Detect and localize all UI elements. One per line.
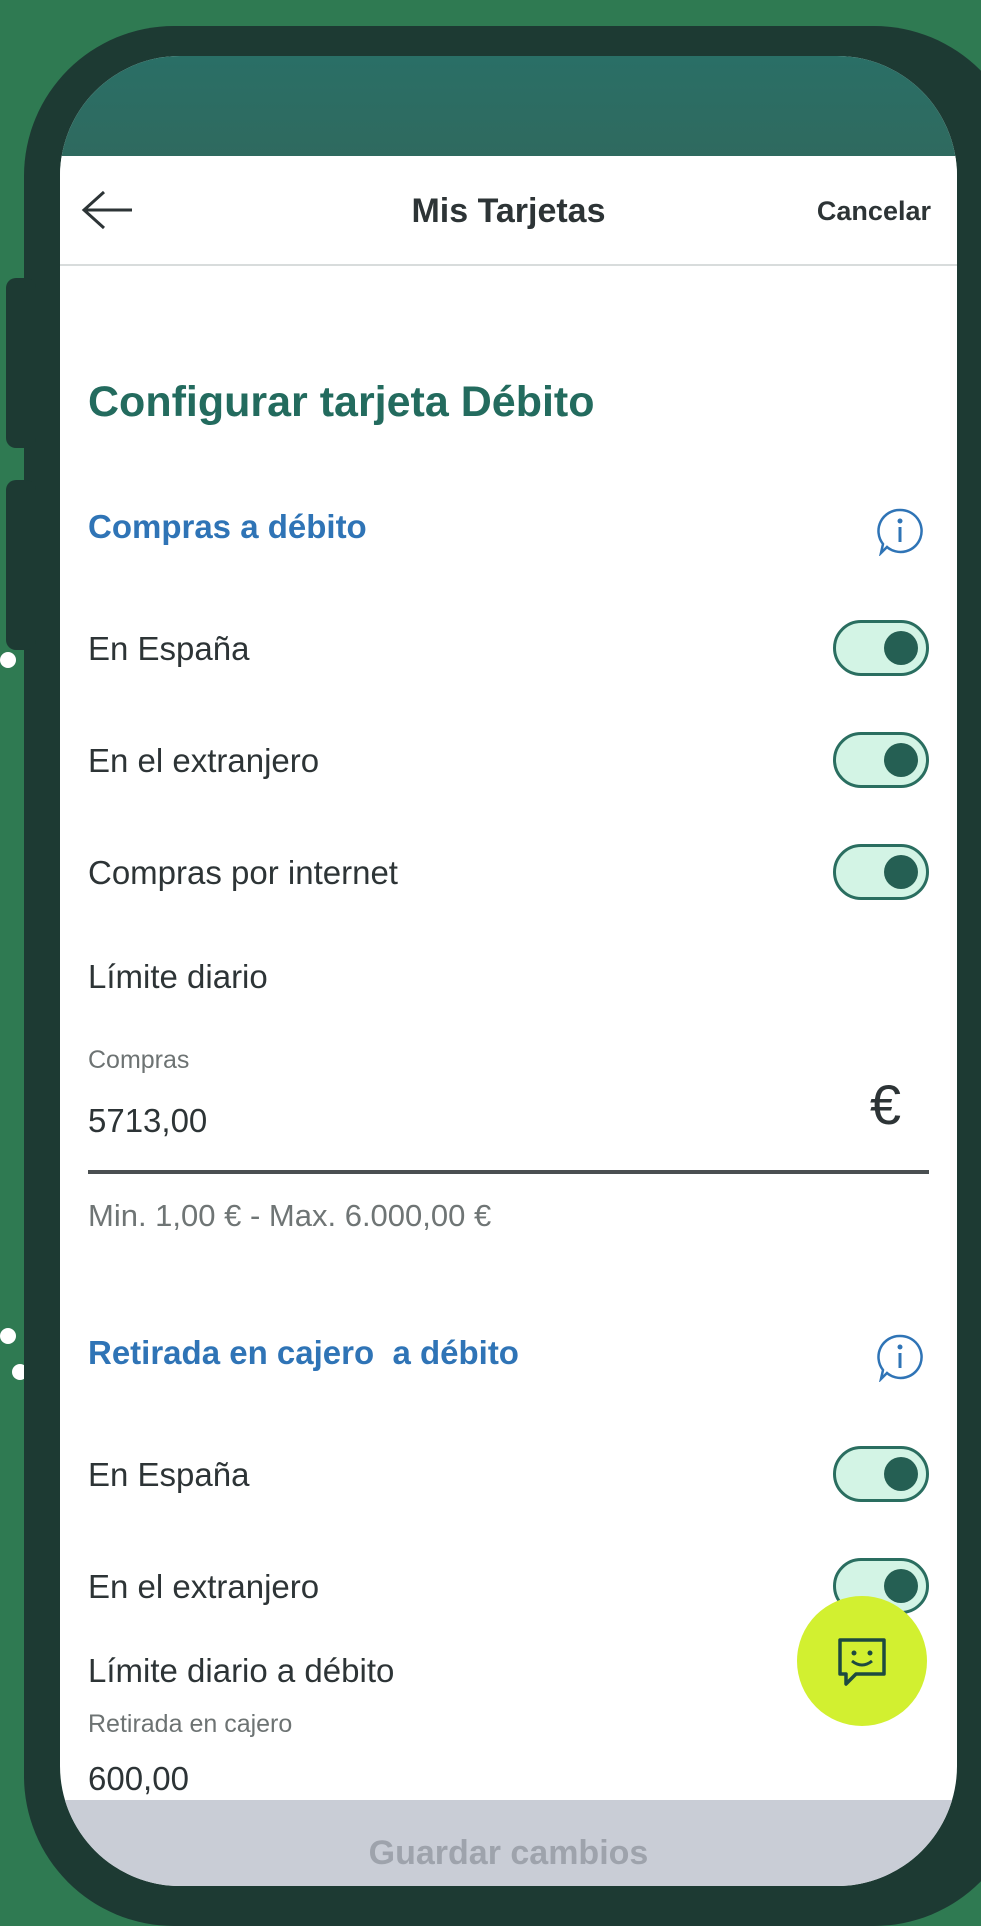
toggle-label: En España <box>88 630 250 667</box>
save-bar: Guardar cambios <box>60 1800 957 1886</box>
toggle-knob <box>884 631 918 665</box>
limit-hint: Min. 1,00 € - Max. 6.000,00 € <box>88 1198 492 1233</box>
input-underline <box>88 1170 929 1174</box>
atm-limit-input[interactable]: 600,00 <box>88 1760 189 1798</box>
page-title: Configurar tarjeta Débito <box>88 378 595 426</box>
decor-dot <box>0 652 16 668</box>
section-title-atm: Retirada en cajero a débito <box>88 1334 519 1371</box>
limit-heading: Límite diario <box>88 958 268 995</box>
toggle-knob <box>884 743 918 777</box>
info-icon[interactable] <box>875 1332 925 1382</box>
phone-side-button <box>6 278 36 448</box>
toggle-label: En el extranjero <box>88 742 320 779</box>
cancel-button[interactable]: Cancelar <box>817 196 931 227</box>
field-label-atm: Retirada en cajero <box>88 1710 293 1738</box>
toggle-purchases-internet[interactable] <box>833 844 929 900</box>
app-header: Mis Tarjetas Cancelar <box>60 156 957 266</box>
toggle-label: Compras por internet <box>88 854 398 891</box>
toggle-label: En España <box>88 1456 250 1493</box>
section-title-purchases: Compras a débito <box>88 508 367 545</box>
phone-side-button <box>6 480 36 650</box>
decor-dot <box>0 1328 16 1344</box>
field-label-purchases: Compras <box>88 1046 190 1074</box>
toggle-atm-spain[interactable] <box>833 1446 929 1502</box>
purchases-limit-input[interactable]: 5713,00 <box>88 1102 207 1140</box>
toggle-purchases-spain[interactable] <box>833 620 929 676</box>
toggle-knob <box>884 1569 918 1603</box>
chat-button[interactable] <box>797 1596 927 1726</box>
chat-smile-icon <box>838 1638 886 1686</box>
toggle-label: En el extranjero <box>88 1568 320 1605</box>
toggle-knob <box>884 855 918 889</box>
phone-screen: Mis Tarjetas Cancelar Configurar tarjeta… <box>60 56 957 1886</box>
toggle-knob <box>884 1457 918 1491</box>
toggle-purchases-abroad[interactable] <box>833 732 929 788</box>
limit-heading: Límite diario a débito <box>88 1652 395 1689</box>
save-button[interactable]: Guardar cambios <box>60 1834 957 1873</box>
info-icon[interactable] <box>875 506 925 556</box>
euro-icon: € <box>869 1073 901 1136</box>
status-bar <box>60 56 957 156</box>
